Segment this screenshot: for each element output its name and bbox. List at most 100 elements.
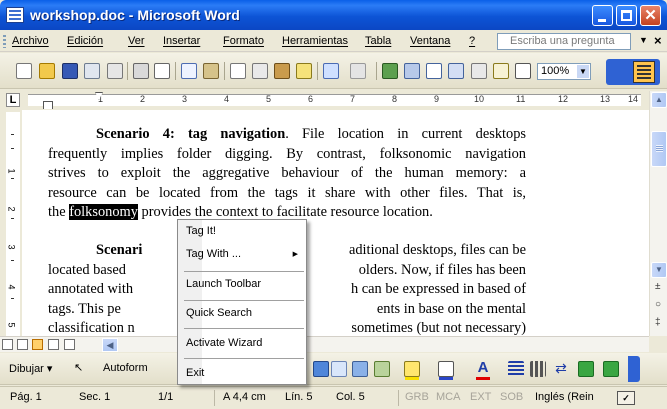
text-run: . File location in current desktops [285, 126, 527, 142]
menu-item-launch-toolbar[interactable]: Launch Toolbar [178, 274, 306, 296]
menu-help[interactable]: ? [469, 35, 475, 47]
format-painter-icon[interactable] [296, 63, 312, 79]
document-close-icon[interactable]: × [654, 33, 662, 48]
menu-formato[interactable]: Formato [223, 35, 264, 47]
close-button[interactable]: ✕ [640, 5, 661, 26]
formatting-toolbar-icon[interactable] [633, 61, 655, 83]
menu-grip-icon[interactable] [3, 35, 6, 48]
status-pages: 1/1 [158, 391, 174, 403]
select-browse-object-icon[interactable]: ○ [655, 299, 661, 310]
research-icon[interactable] [203, 63, 219, 79]
diagram-icon[interactable] [331, 361, 347, 377]
menu-item-exit[interactable]: Exit [178, 363, 306, 385]
insert-excel-icon[interactable] [448, 63, 464, 79]
redo-icon[interactable] [350, 63, 366, 79]
print-preview-icon[interactable] [154, 63, 170, 79]
email-icon[interactable] [107, 63, 123, 79]
left-indent-marker[interactable] [43, 101, 53, 109]
menu-item-quick-search[interactable]: Quick Search [178, 303, 306, 325]
shadow-style-icon[interactable] [578, 361, 594, 377]
status-sob[interactable]: SOB [500, 391, 523, 403]
text-run: ents in base on the mental [376, 300, 526, 317]
vertical-ruler[interactable]: 1 2 3 4 5 [6, 112, 20, 336]
new-document-icon[interactable] [16, 63, 32, 79]
status-grb[interactable]: GRB [405, 391, 429, 403]
save-icon[interactable] [62, 63, 78, 79]
ask-dropdown-arrow-icon[interactable]: ▼ [639, 35, 648, 45]
ruler-strip[interactable]: 1 2 3 4 5 6 7 8 9 10 11 12 13 14 [28, 94, 641, 106]
reading-view-icon[interactable] [64, 339, 75, 350]
line-color-icon[interactable] [438, 361, 454, 377]
selected-word[interactable]: folksonomy [69, 204, 138, 220]
maximize-button[interactable] [616, 5, 637, 26]
spelling-icon[interactable] [181, 63, 197, 79]
text-line: frequently implies folder digging. By co… [48, 145, 526, 162]
outline-view-icon[interactable] [48, 339, 59, 350]
status-section: Sec. 1 [79, 391, 111, 403]
minimize-button[interactable] [592, 5, 613, 26]
menu-edicion[interactable]: Edición [67, 35, 103, 47]
ruler-tick [11, 134, 14, 135]
scroll-left-icon[interactable]: ◀ [102, 338, 118, 352]
undo-icon[interactable] [323, 63, 339, 79]
hyperlink-icon[interactable] [382, 63, 398, 79]
menu-item-activate-wizard[interactable]: Activate Wizard [178, 333, 306, 355]
web-view-icon[interactable] [17, 339, 28, 350]
select-objects-icon[interactable]: ↖ [74, 361, 90, 377]
insert-table-icon[interactable] [426, 63, 442, 79]
chevron-down-icon[interactable]: ▼ [577, 65, 589, 78]
line-style-icon[interactable] [508, 361, 524, 377]
zoom-select[interactable]: 100% ▼ [537, 63, 591, 80]
scroll-thumb[interactable] [651, 131, 667, 167]
menu-insertar[interactable]: Insertar [163, 35, 200, 47]
columns-icon[interactable] [471, 63, 487, 79]
fill-color-icon[interactable] [404, 361, 420, 377]
next-page-icon[interactable]: ‡ [655, 317, 661, 328]
vertical-scrollbar[interactable]: ▲ ▼ ± ○ ‡ [649, 91, 667, 336]
cut-icon[interactable] [230, 63, 246, 79]
text-line: Scenario 4: tag navigation. File locatio… [48, 125, 526, 145]
show-hide-icon[interactable] [515, 63, 531, 79]
toolbar-options-icon[interactable] [628, 356, 640, 382]
autoshapes-button[interactable]: Autoform [103, 362, 148, 374]
drawing-icon[interactable] [493, 63, 509, 79]
font-color-icon[interactable]: A [475, 360, 491, 377]
toolbar-separator [376, 62, 377, 80]
word-document-icon[interactable] [6, 7, 24, 23]
status-ext[interactable]: EXT [470, 391, 491, 403]
menu-ventana[interactable]: Ventana [410, 35, 450, 47]
print-layout-view-icon[interactable] [32, 339, 43, 350]
clipart-icon[interactable] [352, 361, 368, 377]
arrow-style-icon[interactable]: ⇄ [553, 361, 569, 377]
ruler-tick [11, 148, 14, 149]
menu-item-tag-with[interactable]: Tag With ... ▶ [178, 244, 306, 266]
menu-herramientas[interactable]: Herramientas [282, 35, 348, 47]
3d-style-icon[interactable] [603, 361, 619, 377]
horizontal-scrollbar[interactable]: ◀ [0, 336, 649, 352]
permission-icon[interactable] [84, 63, 100, 79]
spelling-status-icon[interactable]: ✓ [617, 391, 635, 405]
menu-ver[interactable]: Ver [128, 35, 145, 47]
insert-picture-icon[interactable] [374, 361, 390, 377]
open-folder-icon[interactable] [39, 63, 55, 79]
scroll-up-icon[interactable]: ▲ [651, 92, 667, 108]
menu-archivo[interactable]: Archivo [12, 35, 49, 47]
status-mca[interactable]: MCA [436, 391, 460, 403]
normal-view-icon[interactable] [2, 339, 13, 350]
print-icon[interactable] [133, 63, 149, 79]
tables-borders-icon[interactable] [404, 63, 420, 79]
dash-style-icon[interactable] [530, 361, 546, 377]
scroll-down-icon[interactable]: ▼ [651, 262, 667, 278]
paste-icon[interactable] [274, 63, 290, 79]
menu-item-tag-it[interactable]: Tag It! [178, 221, 306, 243]
tab-selector-icon[interactable]: L [6, 93, 20, 107]
toolbar-separator [224, 62, 225, 80]
copy-icon[interactable] [252, 63, 268, 79]
draw-menu-button[interactable]: Dibujar ▾ [9, 362, 52, 375]
ask-question-input[interactable]: Escriba una pregunta [497, 33, 631, 50]
menu-tabla[interactable]: Tabla [365, 35, 391, 47]
previous-page-icon[interactable]: ± [655, 281, 661, 292]
status-language[interactable]: Inglés (Rein [535, 391, 594, 403]
line-icon[interactable] [313, 361, 329, 377]
paragraph-scenario-4[interactable]: Scenario 4: tag navigation. File locatio… [48, 125, 526, 223]
